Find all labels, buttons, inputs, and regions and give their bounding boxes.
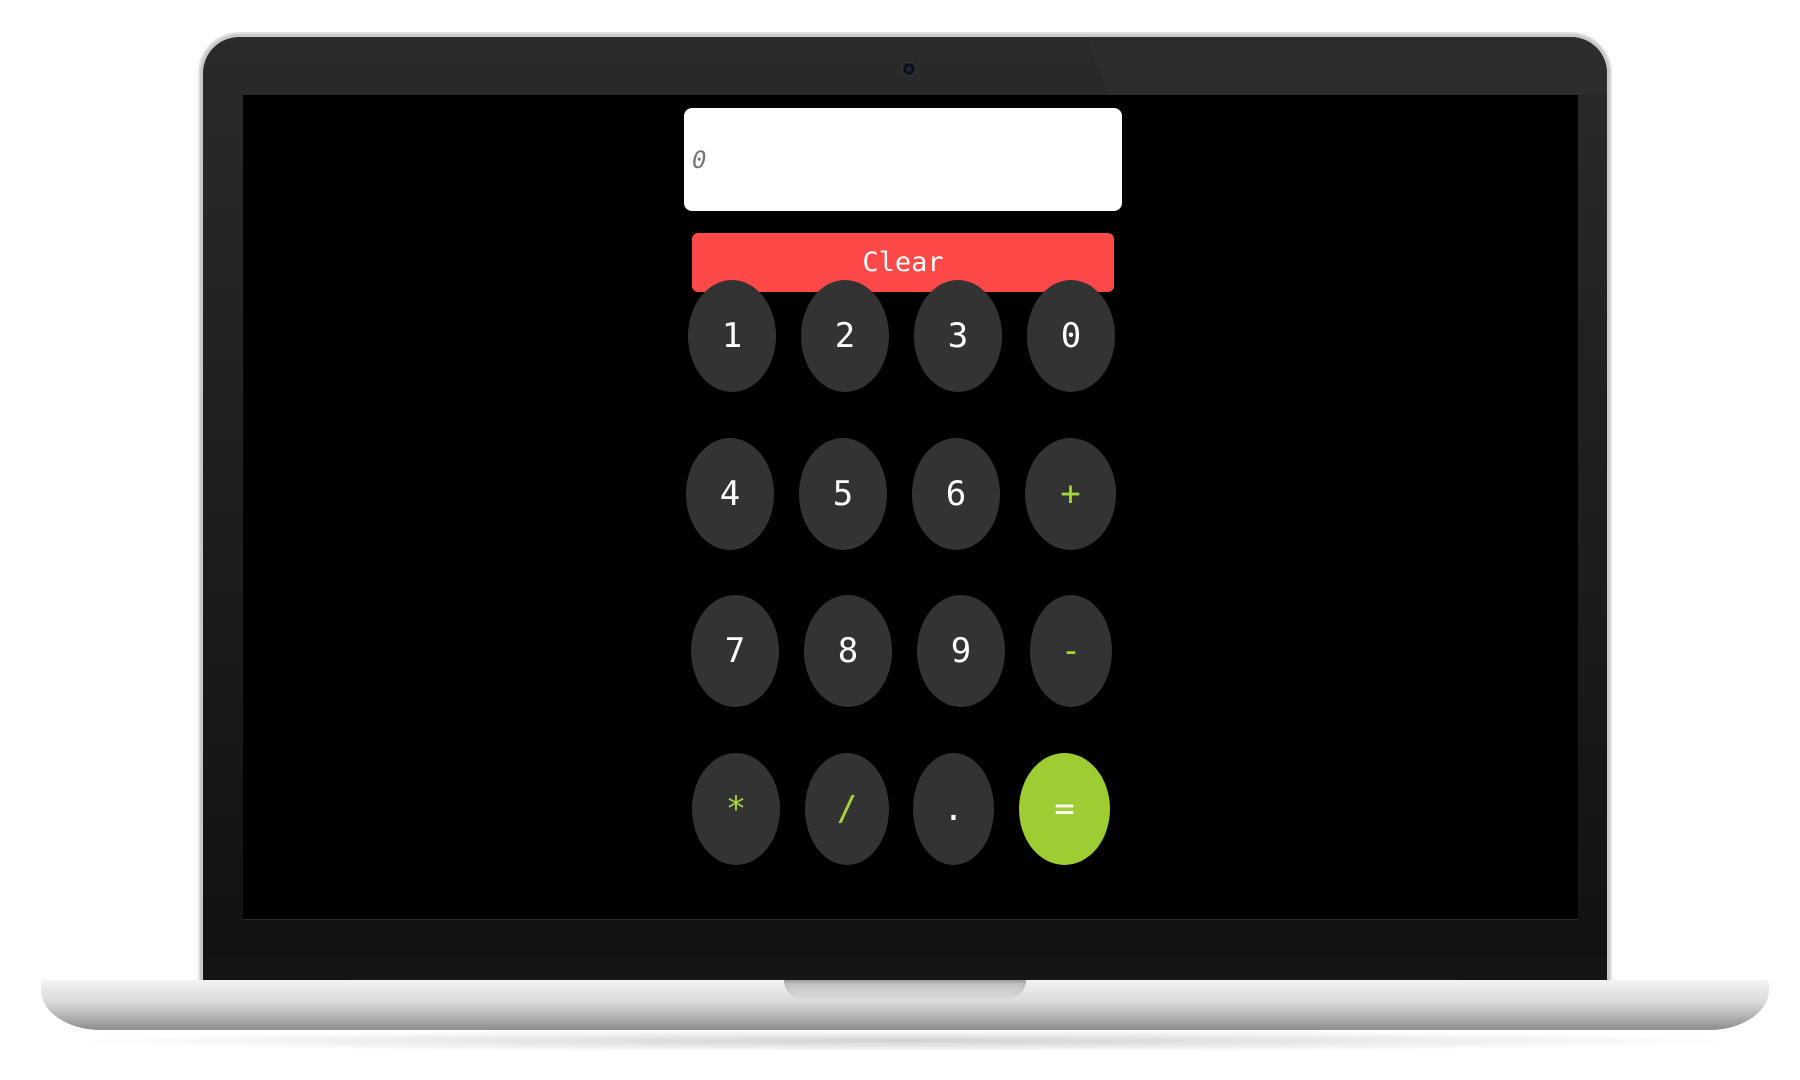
- calculator-screen: Clear 1 2 3 0 4 5 6 + 7 8 9 - * / . =: [243, 95, 1578, 920]
- lid-glare: [1087, 37, 1607, 95]
- key-4[interactable]: 4: [686, 438, 774, 550]
- key-5[interactable]: 5: [799, 438, 887, 550]
- key-decimal[interactable]: .: [913, 753, 994, 865]
- webcam-icon: [903, 63, 915, 75]
- key-0[interactable]: 0: [1027, 280, 1115, 392]
- key-2[interactable]: 2: [801, 280, 889, 392]
- key-minus[interactable]: -: [1030, 595, 1112, 707]
- key-9[interactable]: 9: [917, 595, 1005, 707]
- laptop-shadow: [60, 1030, 1750, 1052]
- key-multiply[interactable]: *: [692, 753, 780, 865]
- key-1[interactable]: 1: [688, 280, 776, 392]
- calculator-display[interactable]: [684, 108, 1122, 211]
- key-8[interactable]: 8: [804, 595, 892, 707]
- laptop-base: [41, 980, 1769, 1030]
- key-6[interactable]: 6: [912, 438, 1000, 550]
- key-7[interactable]: 7: [691, 595, 779, 707]
- key-3[interactable]: 3: [914, 280, 1002, 392]
- clear-button[interactable]: Clear: [692, 233, 1114, 292]
- lid-open-notch: [784, 980, 1026, 998]
- screen-divider: [243, 919, 1578, 920]
- key-divide[interactable]: /: [805, 753, 889, 865]
- laptop-mockup: Clear 1 2 3 0 4 5 6 + 7 8 9 - * / . =: [0, 0, 1800, 1080]
- key-equals[interactable]: =: [1019, 753, 1110, 865]
- key-plus[interactable]: +: [1025, 438, 1116, 550]
